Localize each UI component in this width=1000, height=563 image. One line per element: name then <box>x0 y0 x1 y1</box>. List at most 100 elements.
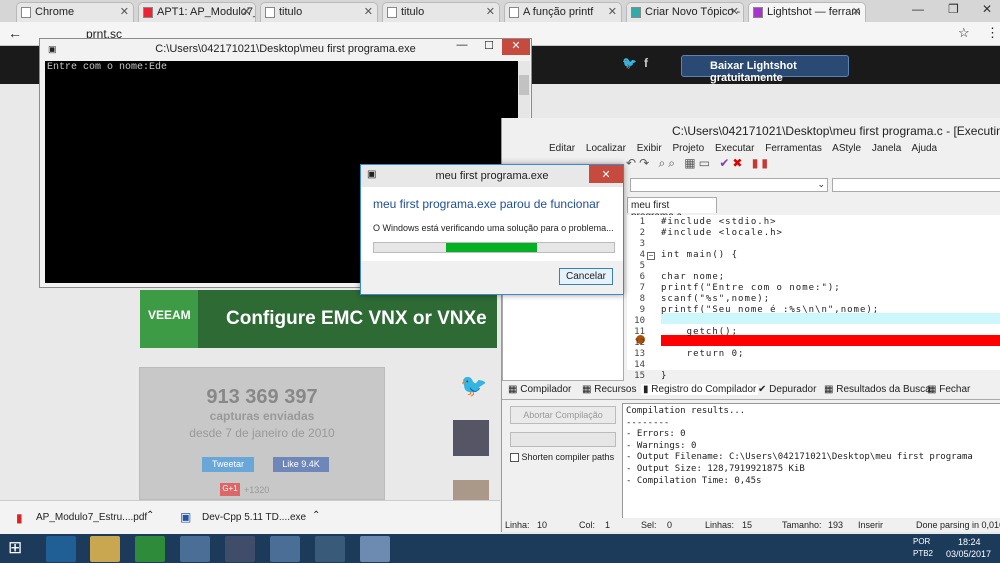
status-line-label: Linha: <box>505 520 530 530</box>
scope-dropdown[interactable]: ⌄ <box>630 178 828 192</box>
browser-tab[interactable]: A função printf ✕ <box>504 2 622 22</box>
gplus-button[interactable]: G+1 <box>220 483 240 496</box>
console-taskbar-icon[interactable] <box>315 536 345 562</box>
checkbox-box[interactable] <box>510 453 519 463</box>
grid-icon[interactable]: ▦ <box>684 156 698 170</box>
close-icon[interactable]: ✕ <box>364 5 373 18</box>
line-number: 11 <box>634 327 645 337</box>
tweet-button[interactable]: Tweetar <box>202 457 254 472</box>
browser-tab[interactable]: titulo ✕ <box>260 2 378 22</box>
crash-taskbar-icon[interactable] <box>360 536 390 562</box>
twitter-icon[interactable]: 🐦 <box>622 56 637 70</box>
explorer-icon[interactable] <box>90 536 120 562</box>
window-controls: — ❐ ✕ <box>908 2 998 20</box>
close-icon[interactable]: ✕ <box>608 5 617 18</box>
undo-icon[interactable]: ↶ <box>626 156 639 170</box>
language-code[interactable]: POR <box>913 537 930 546</box>
code-editor[interactable]: − 1 #include <stdio.h> 2 #include <locale.h… <box>627 215 1000 381</box>
check-icon[interactable]: ✔ <box>719 156 732 170</box>
chevron-up-icon[interactable]: ⌃ <box>146 510 154 521</box>
close-icon[interactable]: ✕ <box>242 5 251 18</box>
replace-icon[interactable]: ⌕ <box>668 156 678 170</box>
close-icon[interactable]: ✕ <box>120 5 129 18</box>
shorten-paths-checkbox[interactable]: Shorten compiler paths <box>510 452 614 463</box>
browser-tab[interactable]: titulo ✕ <box>382 2 500 22</box>
facebook-icon[interactable]: f <box>644 56 648 70</box>
compiler-log[interactable]: Compilation results... -------- - Errors: … <box>622 403 1000 519</box>
fold-icon[interactable]: − <box>647 252 655 260</box>
close-icon[interactable]: ✕ <box>852 5 861 18</box>
back-icon[interactable]: ← <box>8 25 22 41</box>
like-button[interactable]: Like 9.4K <box>273 457 329 472</box>
tab-compilador[interactable]: ▦ Compilador <box>508 384 571 395</box>
bookmark-star-icon[interactable]: ☆ <box>958 25 970 41</box>
status-size: 193 <box>828 520 844 530</box>
menu-item[interactable]: Executar <box>715 143 754 154</box>
tab-label: Fechar <box>939 384 971 395</box>
ad-banner[interactable]: VEEAM Configure EMC VNX or VNXe <box>140 290 497 348</box>
stop-icon[interactable]: ✖ <box>732 156 745 170</box>
symbol-dropdown[interactable] <box>832 178 1000 192</box>
close-icon[interactable]: ✕ <box>730 5 739 18</box>
window-icon[interactable]: ▭ <box>699 156 713 170</box>
tab-fechar[interactable]: ▦ Fechar <box>927 384 970 395</box>
scrollbar-thumb[interactable] <box>519 75 529 95</box>
keyboard-layout[interactable]: PTB2 <box>913 549 933 558</box>
paint-icon[interactable] <box>270 536 300 562</box>
log-line: - Output Filename: C:\Users\042171021\De… <box>626 452 973 463</box>
page-icon <box>509 7 519 18</box>
cancel-button[interactable]: Cancelar <box>559 268 613 285</box>
menu-item[interactable]: Exibir <box>637 143 662 154</box>
find-icon[interactable]: ⌕ <box>658 156 668 170</box>
menu-item[interactable]: Ajuda <box>912 143 938 154</box>
line-number: 13 <box>634 349 645 359</box>
close-icon[interactable]: ✕ <box>502 39 530 55</box>
clock-date[interactable]: 03/05/2017 <box>946 549 991 559</box>
tab-file[interactable]: meu first programa.c <box>627 197 717 222</box>
menu-item[interactable]: Ferramentas <box>765 143 822 154</box>
ie-icon[interactable] <box>46 536 76 562</box>
progress-fill <box>446 243 537 252</box>
browser-tab-active[interactable]: Lightshot — ferram ✕ <box>748 2 866 22</box>
store-icon[interactable] <box>135 536 165 562</box>
captures-label: capturas enviadas <box>209 409 315 423</box>
line-number: 6 <box>639 272 645 282</box>
windows-start-icon[interactable]: ⊞ <box>8 538 22 558</box>
menu-item[interactable]: Projeto <box>673 143 705 154</box>
menu-item[interactable]: Editar <box>549 143 575 154</box>
tab-resultados[interactable]: ▦ Resultados da Busca <box>824 384 931 395</box>
browser-tab[interactable]: Criar Novo Tópico - ✕ <box>626 2 744 22</box>
menu-item[interactable]: Localizar <box>586 143 626 154</box>
close-icon[interactable]: ✕ <box>589 165 623 183</box>
redo-icon[interactable]: ↷ <box>639 156 652 170</box>
code-line: #include <stdio.h> <box>661 217 777 227</box>
close-icon[interactable]: ✕ <box>486 5 495 18</box>
stats-box: 913 369 397 capturas enviadas desde 7 de… <box>139 367 385 500</box>
menu-icon[interactable]: ⋮ <box>986 25 999 41</box>
devcpp-taskbar-icon[interactable] <box>225 536 255 562</box>
app-icon: ▣ <box>367 169 377 180</box>
chevron-up-icon[interactable]: ⌃ <box>312 510 320 521</box>
page-icon <box>631 7 641 18</box>
close-icon[interactable]: ✕ <box>982 2 992 16</box>
tab-registro[interactable]: ▮ Registro do Compilador <box>641 384 759 395</box>
tab-depurador[interactable]: ✔ Depurador <box>758 384 816 395</box>
chart-icon[interactable]: ▮▮ <box>752 156 771 170</box>
browser-tab[interactable]: Chrome ✕ <box>16 2 134 22</box>
maximize-icon[interactable]: ❐ <box>948 2 959 16</box>
minimize-icon[interactable]: — <box>912 2 924 16</box>
download-lightshot-button[interactable]: Baixar Lightshot gratuitamente <box>681 55 849 84</box>
chrome-icon[interactable] <box>180 536 210 562</box>
tab-recursos[interactable]: ▦ Recursos <box>582 384 636 395</box>
maximize-icon[interactable]: ☐ <box>476 39 502 55</box>
abort-compilation-button[interactable]: Abortar Compilação <box>510 406 616 424</box>
menu-item[interactable]: AStyle <box>832 143 861 154</box>
download-item[interactable]: AP_Modulo7_Estru....pdf <box>36 512 147 523</box>
since-label: desde 7 de janeiro de 2010 <box>189 426 335 440</box>
download-item[interactable]: Dev-Cpp 5.11 TD....exe <box>202 512 306 523</box>
minimize-icon[interactable]: — <box>448 39 476 55</box>
browser-tab[interactable]: APT1: AP_Modulo7_ ✕ <box>138 2 256 22</box>
twitter-bird-icon[interactable]: 🐦 <box>460 373 487 399</box>
menu-item[interactable]: Janela <box>872 143 901 154</box>
clock-time[interactable]: 18:24 <box>958 537 981 547</box>
